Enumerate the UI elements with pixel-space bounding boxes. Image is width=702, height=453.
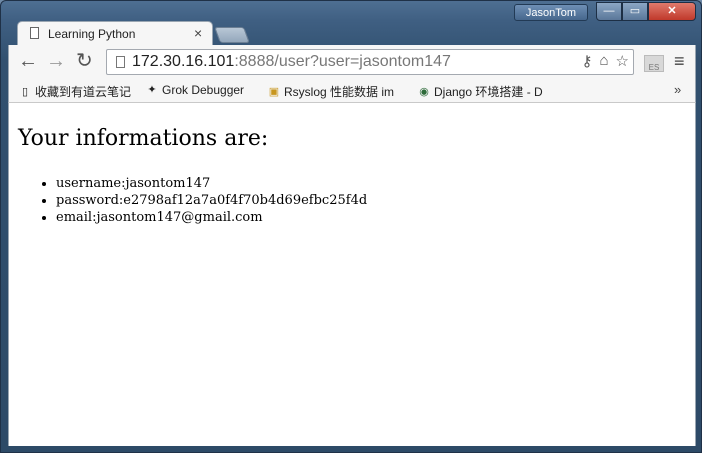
list-item: email:jasontom147@gmail.com: [56, 209, 367, 226]
menu-icon[interactable]: ≡: [674, 51, 685, 72]
lock-icon: ▣: [268, 85, 280, 98]
page-content: Your informations are: username:jasontom…: [8, 103, 696, 446]
document-icon: [30, 27, 39, 39]
new-tab-button[interactable]: [214, 27, 250, 43]
document-icon: ▯: [21, 85, 29, 98]
profile-badge[interactable]: JasonTom: [514, 4, 588, 21]
list-item: password:e2798af12a7a0f4f70b4d69efbc25f4…: [56, 192, 367, 209]
extension-es-icon[interactable]: ES: [644, 55, 664, 72]
window-controls: — ▭ ✕: [596, 2, 696, 21]
bookmark-label: Rsyslog 性能数据 im: [284, 85, 395, 99]
back-button[interactable]: ←: [18, 51, 38, 71]
bookmark-item[interactable]: ◉ Django 环境搭建 - D: [418, 83, 543, 100]
tab-title: Learning Python: [48, 27, 136, 41]
reload-button[interactable]: ↻: [76, 51, 93, 71]
tab-learning-python[interactable]: Learning Python ×: [17, 21, 213, 46]
url-host: 172.30.16.101: [132, 53, 235, 70]
maximize-button[interactable]: ▭: [622, 2, 648, 21]
address-bar[interactable]: 172.30.16.101:8888/user?user=jasontom147…: [106, 49, 634, 75]
bookmark-label: 收藏到有道云笔记: [35, 85, 132, 99]
translate-icon[interactable]: ⌂: [599, 52, 608, 70]
forward-button[interactable]: →: [46, 51, 66, 71]
page-heading: Your informations are:: [18, 126, 269, 151]
url-text[interactable]: 172.30.16.101:8888/user?user=jasontom147: [132, 53, 451, 71]
bookmark-label: Grok Debugger: [162, 83, 245, 97]
page-icon: [116, 56, 125, 68]
browser-window: JasonTom — ▭ ✕ Learning Python × ← → ↻ 1…: [0, 0, 702, 453]
bookmark-label: Django 环境搭建 - D: [434, 85, 543, 99]
grok-icon: ✦: [147, 84, 157, 96]
list-item: username:jasontom147: [56, 175, 367, 192]
tab-close-button[interactable]: ×: [194, 25, 202, 41]
minimize-button[interactable]: —: [596, 2, 622, 21]
omnibox-icons: ⚷ ⌂ ☆: [581, 52, 629, 70]
info-list: username:jasontom147 password:e2798af12a…: [16, 175, 367, 226]
url-path: :8888/user?user=jasontom147: [234, 53, 451, 70]
title-bar: JasonTom — ▭ ✕: [1, 1, 701, 23]
browser-toolbar: ← → ↻ 172.30.16.101:8888/user?user=jason…: [8, 45, 696, 79]
more-bookmarks-button[interactable]: »: [674, 82, 681, 97]
star-icon[interactable]: ☆: [616, 52, 629, 70]
key-icon[interactable]: ⚷: [581, 52, 592, 70]
close-window-button[interactable]: ✕: [648, 2, 696, 21]
django-icon: ◉: [419, 85, 429, 98]
bookmark-item[interactable]: ▯ 收藏到有道云笔记: [19, 83, 131, 100]
bookmark-item[interactable]: ▣ Rsyslog 性能数据 im: [268, 83, 394, 100]
bookmarks-bar: ▯ 收藏到有道云笔记 ✦ Grok Debugger ▣ Rsyslog 性能数…: [8, 79, 696, 103]
bookmark-item[interactable]: ✦ Grok Debugger: [146, 83, 244, 97]
